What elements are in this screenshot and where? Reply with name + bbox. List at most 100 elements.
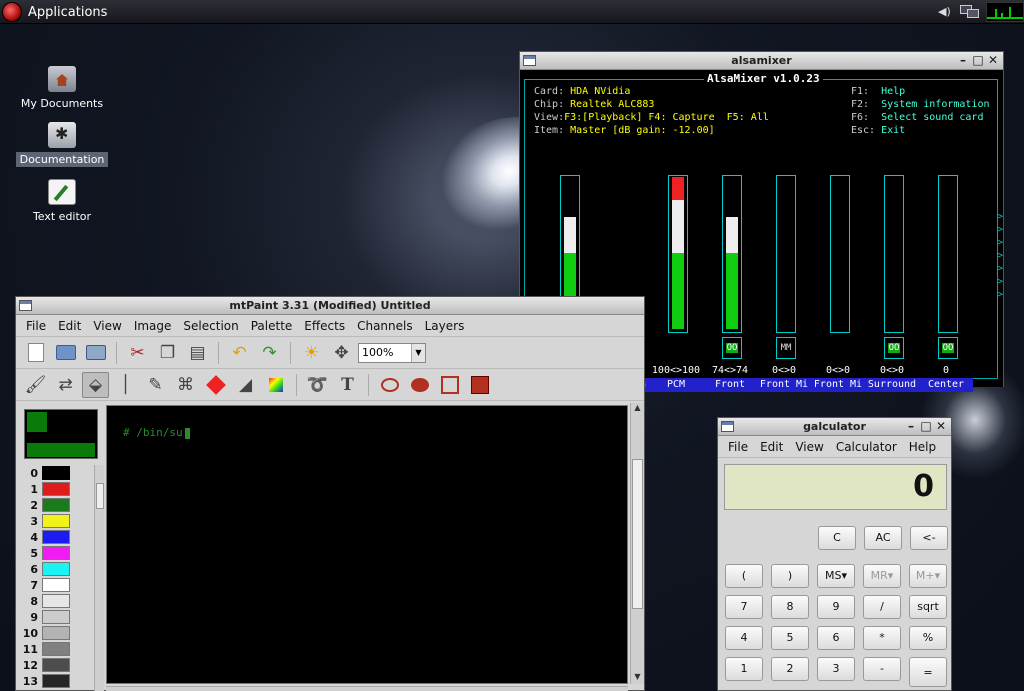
mixer-channel[interactable]: 0<>0 Front Mi <box>810 175 866 395</box>
image-canvas[interactable]: # /bin/su <box>106 405 628 684</box>
mute-toggle[interactable]: OO <box>884 337 904 359</box>
maximize-icon[interactable]: □ <box>920 419 932 434</box>
window-menu-icon[interactable] <box>19 300 32 311</box>
copy-icon[interactable]: ❐ <box>154 340 181 366</box>
calc-button[interactable]: ( <box>725 564 763 588</box>
scroll-thumb[interactable] <box>632 459 643 609</box>
menu-edit[interactable]: Edit <box>52 319 87 333</box>
menu-help[interactable]: Help <box>903 440 942 454</box>
mute-toggle[interactable]: MM <box>776 337 796 359</box>
calc-button[interactable]: 4 <box>725 626 763 650</box>
volume-bar[interactable] <box>776 175 796 333</box>
calc-button[interactable]: = <box>909 657 947 687</box>
rectangle-outline-icon[interactable] <box>436 372 463 398</box>
menu-file[interactable]: File <box>722 440 754 454</box>
calc-button[interactable]: sqrt <box>909 595 947 619</box>
undo-icon[interactable]: ↶ <box>226 340 253 366</box>
alsamixer-titlebar[interactable]: alsamixer – □ ✕ <box>520 52 1003 70</box>
close-icon[interactable]: ✕ <box>935 419 947 434</box>
menu-calculator[interactable]: Calculator <box>830 440 903 454</box>
paste-icon[interactable]: ▤ <box>184 340 211 366</box>
palette-entry[interactable]: 11 <box>20 641 92 657</box>
gradient-icon[interactable]: ◢ <box>232 372 259 398</box>
desktop-icon-documentation[interactable]: Documentation <box>12 122 112 167</box>
palette-entry[interactable]: 7 <box>20 577 92 593</box>
line-icon[interactable]: │ <box>112 372 139 398</box>
palette-entry[interactable]: 9 <box>20 609 92 625</box>
ellipse-outline-icon[interactable] <box>376 372 403 398</box>
brightness-icon[interactable]: ☀ <box>298 340 325 366</box>
volume-bar[interactable] <box>884 175 904 333</box>
volume-bar[interactable] <box>938 175 958 333</box>
menu-image[interactable]: Image <box>128 319 178 333</box>
palette-entry[interactable]: 1 <box>20 481 92 497</box>
mixer-channel[interactable]: MM 0<>0 Front Mi <box>756 175 812 395</box>
volume-icon[interactable]: ◀) <box>938 5 954 19</box>
clone-icon[interactable]: ⌘ <box>172 372 199 398</box>
palette-swatch[interactable] <box>42 610 70 624</box>
text-tool-icon[interactable]: T <box>334 372 361 398</box>
palette-swatch[interactable] <box>42 562 70 576</box>
scroll-down-icon[interactable]: ▼ <box>632 672 643 684</box>
palette-swatch[interactable] <box>42 642 70 656</box>
volume-bar[interactable] <box>722 175 742 333</box>
menu-effects[interactable]: Effects <box>298 319 351 333</box>
mixer-channel[interactable]: OO 0 Center <box>918 175 974 395</box>
cut-icon[interactable]: ✂ <box>124 340 151 366</box>
shuffle-icon[interactable]: ⇄ <box>52 372 79 398</box>
calc-button[interactable]: C <box>818 526 856 550</box>
mute-toggle[interactable]: OO <box>938 337 958 359</box>
palette-entry[interactable]: 0 <box>20 465 92 481</box>
calc-button[interactable]: 7 <box>725 595 763 619</box>
palette-swatch[interactable] <box>42 498 70 512</box>
zoom-select[interactable]: 100% ▼ <box>358 342 426 363</box>
calc-button[interactable]: 6 <box>817 626 855 650</box>
calc-button[interactable]: / <box>863 595 901 619</box>
canvas-horizontal-scrollbar[interactable] <box>106 686 628 691</box>
menu-file[interactable]: File <box>20 319 52 333</box>
calc-button[interactable]: * <box>863 626 901 650</box>
smudge-icon[interactable] <box>202 372 229 398</box>
mtpaint-titlebar[interactable]: mtPaint 3.31 (Modified) Untitled <box>16 297 644 315</box>
palette-swatch[interactable] <box>42 578 70 592</box>
window-menu-icon[interactable] <box>721 421 734 432</box>
calc-button[interactable]: 1 <box>725 657 763 681</box>
desktop-icon-text-editor[interactable]: Text editor <box>12 179 112 224</box>
mute-toggle[interactable]: OO <box>722 337 742 359</box>
palette-entry[interactable]: 4 <box>20 529 92 545</box>
calc-button[interactable]: % <box>909 626 947 650</box>
menu-layers[interactable]: Layers <box>419 319 471 333</box>
palette-entry[interactable]: 13 <box>20 673 92 689</box>
palette-entry[interactable]: 6 <box>20 561 92 577</box>
flood-fill-icon[interactable]: ⬙ <box>82 371 109 398</box>
palette-swatch[interactable] <box>42 514 70 528</box>
palette-swatch[interactable] <box>42 466 70 480</box>
paint-select-icon[interactable] <box>262 372 289 398</box>
menu-view[interactable]: View <box>87 319 127 333</box>
minimize-icon[interactable]: – <box>905 419 917 434</box>
mixer-channel[interactable]: 100<>100 PCM <box>648 175 704 395</box>
palette-swatch[interactable] <box>42 594 70 608</box>
palette-swatch[interactable] <box>42 482 70 496</box>
pan-icon[interactable]: ✥ <box>328 340 355 366</box>
maximize-icon[interactable]: □ <box>972 53 984 68</box>
palette-entry[interactable]: 3 <box>20 513 92 529</box>
calc-button[interactable]: 5 <box>771 626 809 650</box>
save-file-icon[interactable] <box>82 340 109 366</box>
menu-view[interactable]: View <box>789 440 829 454</box>
menu-palette[interactable]: Palette <box>245 319 299 333</box>
calc-button[interactable]: M+▾ <box>909 564 947 588</box>
palette-entry[interactable]: 10 <box>20 625 92 641</box>
palette-swatch[interactable] <box>42 674 70 688</box>
galculator-titlebar[interactable]: galculator – □ ✕ <box>718 418 951 436</box>
redo-icon[interactable]: ↷ <box>256 340 283 366</box>
calc-button[interactable]: 3 <box>817 657 855 681</box>
rectangle-filled-icon[interactable] <box>466 372 493 398</box>
cpu-monitor-icon[interactable] <box>986 2 1024 22</box>
palette-entry[interactable]: 2 <box>20 497 92 513</box>
minimize-icon[interactable]: – <box>957 53 969 68</box>
window-menu-icon[interactable] <box>523 55 536 66</box>
volume-bar[interactable] <box>830 175 850 333</box>
new-file-icon[interactable] <box>22 340 49 366</box>
pencil-icon[interactable]: ✎ <box>142 372 169 398</box>
